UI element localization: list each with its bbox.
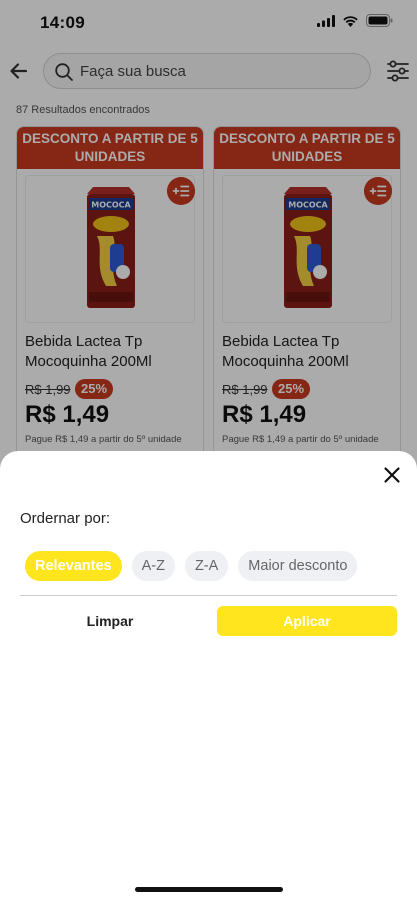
home-indicator xyxy=(135,887,283,892)
sort-option-maior-desconto[interactable]: Maior desconto xyxy=(238,551,358,581)
divider xyxy=(20,595,397,596)
sort-option-z-a[interactable]: Z-A xyxy=(184,551,229,581)
sort-bottom-sheet: Ordernar por: Relevantes A-Z Z-A Maior d… xyxy=(0,451,417,900)
sort-options: Relevantes A-Z Z-A Maior desconto xyxy=(25,551,358,581)
close-icon[interactable] xyxy=(380,463,404,487)
sort-title: Ordernar por: xyxy=(20,510,111,527)
sort-option-a-z[interactable]: A-Z xyxy=(131,551,175,581)
apply-button[interactable]: Aplicar xyxy=(217,606,397,636)
sort-option-relevantes[interactable]: Relevantes xyxy=(25,551,122,581)
clear-button[interactable]: Limpar xyxy=(20,606,200,636)
